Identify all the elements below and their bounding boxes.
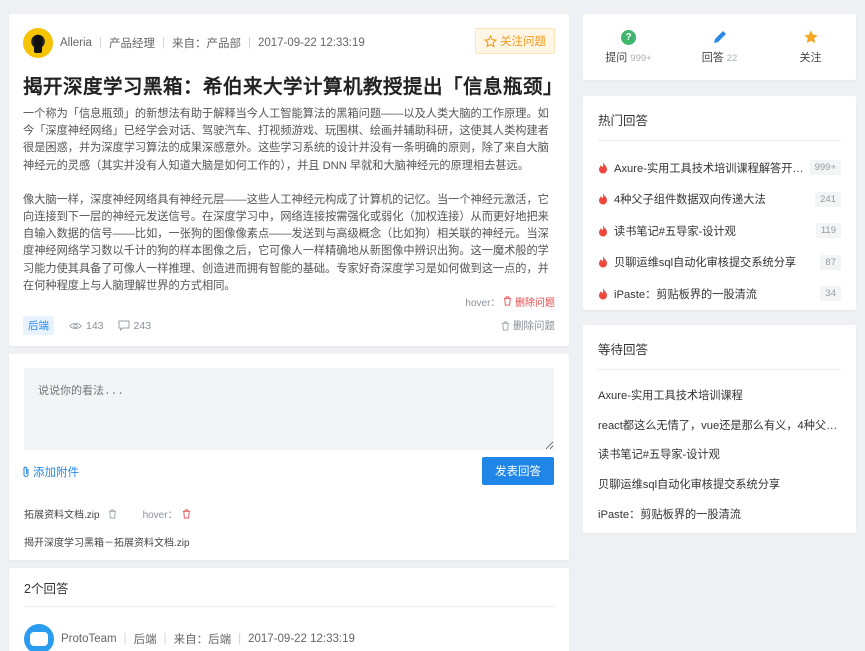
list-item[interactable]: 贝聊运维sql自动化审核提交系统分享	[598, 469, 841, 499]
question-paragraph: 像大脑一样，深度神经网络具有神经元层——这些人工神经元构成了计算机的记忆。当一个…	[23, 193, 549, 292]
submit-answer-button[interactable]: 发表回答	[482, 457, 554, 485]
answer-action[interactable]: 回答 22	[674, 14, 765, 80]
question-footer: 后端 143 243 删除问题	[23, 316, 555, 335]
follow-question-button[interactable]: 关注问题	[475, 28, 555, 54]
star-outline-icon	[484, 34, 497, 47]
fire-icon	[599, 287, 607, 300]
divider	[24, 606, 554, 607]
waiting-answers-card: 等待回答 Axure-实用工具技术培训课程 react都这么无情了，vue还是那…	[583, 325, 856, 533]
fire-icon	[599, 224, 607, 237]
waiting-answers-title: 等待回答	[598, 343, 649, 357]
hot-answers-card: 热门回答 Axure-实用工具技术培训课程解答开课答疑 999+ 4种父子组件数…	[583, 96, 856, 310]
author-role: 后端	[133, 634, 157, 646]
hot-answers-title: 热门回答	[598, 114, 649, 128]
comment-icon	[118, 320, 130, 331]
question-meta: Alleria | 产品经理 | 来自：产品部 | 2017-09-22 12:…	[23, 28, 365, 58]
attachment-full-name[interactable]: 揭开深度学习黑箱－拓展资料文档.zip	[24, 534, 190, 549]
divider	[598, 369, 841, 370]
answer-datetime: 2017-09-22 12:33:19	[248, 633, 355, 645]
avatar[interactable]	[24, 624, 54, 651]
add-attachment-button[interactable]: 添加附件	[22, 464, 79, 480]
trash-icon[interactable]	[182, 509, 191, 519]
fire-icon	[599, 256, 607, 268]
question-datetime: 2017-09-22 12:33:19	[257, 37, 365, 49]
author-name[interactable]: ProtoTeam	[61, 633, 117, 645]
answers-count: 2个回答	[24, 582, 69, 596]
hot-answers-list: Axure-实用工具技术培训课程解答开课答疑 999+ 4种父子组件数据双向传递…	[598, 152, 841, 310]
trash-icon[interactable]	[108, 509, 117, 519]
avatar[interactable]	[23, 28, 53, 58]
views-stat: 143	[69, 320, 104, 332]
question-source: 来自：产品部	[171, 38, 241, 50]
fire-icon	[599, 161, 607, 174]
question-icon: ?	[621, 29, 636, 45]
pencil-icon	[713, 31, 726, 43]
trash-icon	[504, 296, 512, 306]
eye-icon	[69, 322, 82, 329]
list-item[interactable]: 贝聊运维sql自动化审核提交系统分享 87	[598, 247, 841, 279]
list-item[interactable]: iPaste：剪贴板界的一股清流 34	[598, 278, 841, 310]
list-item[interactable]: 4种父子组件数据双向传递大法 241	[598, 184, 841, 216]
action-card: ? 提问 999+ 回答 22 关注	[583, 14, 856, 80]
follow-action[interactable]: 关注	[765, 14, 856, 80]
answer-meta: ProtoTeam | 后端 | 来自：后端 | 2017-09-22 12:3…	[24, 624, 355, 651]
question-paragraph: 一个称为「信息瓶颈」的新想法有助于解释当今人工智能算法的黑箱问题——以及人类大脑…	[23, 108, 549, 172]
list-item[interactable]: iPaste：剪贴板界的一股清流	[598, 499, 841, 529]
star-icon	[803, 30, 818, 44]
fire-icon	[599, 193, 607, 205]
attachment-item: 拓展资料文档.zip hover：	[24, 506, 191, 521]
hover-delete-hint: hover： 删除问题	[465, 296, 555, 309]
author-name[interactable]: Alleria	[60, 37, 92, 49]
delete-question-button[interactable]: 删除问题	[501, 318, 555, 333]
question-title: 揭开深度学习黑箱：希伯来大学计算机教授提出「信息瓶颈」	[23, 76, 564, 98]
hover-delete-question[interactable]: 删除问题	[515, 298, 555, 309]
attachment-name[interactable]: 拓展资料文档.zip	[24, 506, 100, 521]
waiting-answers-list: Axure-实用工具技术培训课程 react都这么无情了，vue还是那么有义，4…	[598, 380, 841, 528]
ask-question-action[interactable]: ? 提问 999+	[583, 14, 674, 80]
list-item[interactable]: react都这么无情了，vue还是那么有义，4种父子组件数据双向传递大法	[598, 410, 841, 440]
answers-section: 2个回答 ProtoTeam | 后端 | 来自：后端 | 2017-09-22…	[9, 568, 569, 651]
answer-form: 添加附件 发表回答 拓展资料文档.zip hover： 揭开深度学习黑箱－拓展资…	[9, 354, 569, 560]
comments-stat[interactable]: 243	[118, 320, 151, 332]
trash-icon	[501, 321, 510, 330]
author-role: 产品经理	[108, 38, 155, 50]
divider	[598, 140, 841, 141]
list-item[interactable]: 读书笔记#五导家-设计观	[598, 439, 841, 469]
list-item[interactable]: Axure-实用工具技术培训课程	[598, 380, 841, 410]
question-card: Alleria | 产品经理 | 来自：产品部 | 2017-09-22 12:…	[9, 14, 569, 346]
list-item[interactable]: 读书笔记#五导家-设计观 119	[598, 215, 841, 247]
answer-source: 来自：后端	[173, 634, 232, 646]
follow-label: 关注问题	[500, 36, 546, 48]
answer-input[interactable]	[24, 368, 554, 450]
list-item[interactable]: Axure-实用工具技术培训课程解答开课答疑 999+	[598, 152, 841, 184]
paperclip-icon	[23, 466, 29, 478]
question-tag[interactable]: 后端	[23, 316, 54, 335]
question-body: 一个称为「信息瓶颈」的新想法有助于解释当今人工智能算法的黑箱问题——以及人类大脑…	[23, 106, 555, 312]
hover-hint: hover：	[142, 510, 178, 521]
